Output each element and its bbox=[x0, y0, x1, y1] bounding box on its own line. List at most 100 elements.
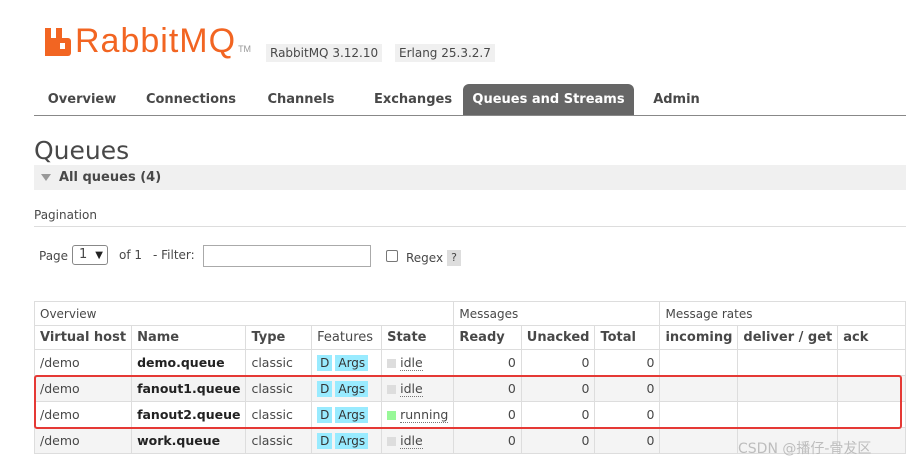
cell-ready: 0 bbox=[453, 375, 522, 402]
rabbitmq-logo[interactable]: RabbitMQ TM bbox=[45, 22, 252, 60]
cell-state: idle bbox=[381, 427, 455, 454]
group-header-messages: Messages bbox=[453, 301, 661, 326]
queue-name-link[interactable]: fanout1.queue bbox=[131, 375, 247, 402]
table-row: /demo fanout2.queue classic D Args runnin… bbox=[33, 401, 906, 428]
cell-ready: 0 bbox=[453, 349, 522, 376]
page-count: of 1 bbox=[119, 248, 143, 262]
logo-trademark: TM bbox=[238, 44, 252, 54]
cell-ack bbox=[837, 401, 906, 428]
feature-durable-badge: D bbox=[317, 380, 333, 397]
feature-args-badge: Args bbox=[335, 354, 369, 371]
collapse-triangle-icon bbox=[41, 174, 51, 181]
cell-incoming bbox=[659, 401, 739, 428]
cell-total: 0 bbox=[594, 427, 661, 454]
group-header-overview: Overview bbox=[33, 301, 455, 326]
col-ack[interactable]: ack bbox=[837, 325, 906, 350]
filter-label: - Filter: bbox=[153, 248, 195, 262]
feature-durable-badge: D bbox=[317, 406, 333, 423]
page-select-value: 1 bbox=[79, 247, 88, 262]
cell-incoming bbox=[659, 349, 739, 376]
col-virtual-host[interactable]: Virtual host bbox=[33, 325, 133, 350]
table-row: /demo demo.queue classic D Args idle 0 0 … bbox=[33, 349, 906, 376]
queue-name-link[interactable]: fanout2.queue bbox=[131, 401, 247, 428]
feature-durable-badge: D bbox=[317, 354, 333, 371]
page-title: Queues bbox=[34, 136, 130, 165]
cell-deliver-get bbox=[737, 401, 839, 428]
cell-ack bbox=[837, 375, 906, 402]
main-nav: Overview Connections Channels Exchanges … bbox=[34, 84, 906, 116]
queue-name-link[interactable]: demo.queue bbox=[131, 349, 247, 376]
cell-vhost: /demo bbox=[33, 349, 133, 376]
col-type[interactable]: Type bbox=[245, 325, 313, 350]
cell-type: classic bbox=[245, 427, 313, 454]
filter-input[interactable] bbox=[203, 245, 371, 267]
tab-overview[interactable]: Overview bbox=[34, 84, 130, 115]
rabbitmq-version: RabbitMQ 3.12.10 bbox=[266, 44, 383, 62]
tab-channels[interactable]: Channels bbox=[256, 84, 346, 115]
regex-help-button[interactable]: ? bbox=[447, 250, 461, 266]
state-label: idle bbox=[400, 433, 423, 449]
queues-table: Overview Messages Message rates Virtual … bbox=[33, 301, 906, 454]
cell-type: classic bbox=[245, 401, 313, 428]
state-idle-indicator bbox=[387, 385, 397, 394]
cell-features: D Args bbox=[311, 375, 383, 402]
page-label: Page bbox=[39, 249, 69, 263]
feature-durable-badge: D bbox=[317, 432, 333, 449]
state-label: idle bbox=[400, 355, 423, 371]
erlang-version: Erlang 25.3.2.7 bbox=[395, 44, 495, 62]
cell-vhost: /demo bbox=[33, 427, 133, 454]
queue-name-link[interactable]: work.queue bbox=[131, 427, 247, 454]
cell-ack bbox=[837, 349, 906, 376]
cell-unacked: 0 bbox=[520, 349, 596, 376]
cell-state: running bbox=[381, 401, 455, 428]
cell-type: classic bbox=[245, 349, 313, 376]
logo-text: RabbitMQ bbox=[75, 22, 237, 60]
cell-state: idle bbox=[381, 349, 455, 376]
cell-total: 0 bbox=[594, 401, 661, 428]
feature-args-badge: Args bbox=[335, 406, 369, 423]
cell-unacked: 0 bbox=[520, 375, 596, 402]
state-label: idle bbox=[400, 381, 423, 397]
regex-label: Regex bbox=[406, 251, 444, 265]
chevron-down-icon: ▼ bbox=[95, 250, 103, 261]
watermark: CSDN @播仔-骨犮区 bbox=[738, 441, 872, 457]
col-incoming[interactable]: incoming bbox=[659, 325, 739, 350]
page-select[interactable]: 1 ▼ bbox=[72, 245, 108, 265]
cell-state: idle bbox=[381, 375, 455, 402]
col-name[interactable]: Name bbox=[131, 325, 247, 350]
cell-vhost: /demo bbox=[33, 375, 133, 402]
tab-connections[interactable]: Connections bbox=[136, 84, 246, 115]
tab-queues-and-streams[interactable]: Queues and Streams bbox=[463, 84, 634, 115]
cell-unacked: 0 bbox=[520, 401, 596, 428]
feature-args-badge: Args bbox=[335, 380, 369, 397]
all-queues-heading: All queues (4) bbox=[59, 170, 162, 185]
rabbit-logo-icon bbox=[45, 28, 71, 56]
table-row: /demo fanout1.queue classic D Args idle 0… bbox=[33, 375, 906, 402]
state-label: running bbox=[400, 407, 449, 423]
cell-features: D Args bbox=[311, 349, 383, 376]
pagination-divider bbox=[34, 226, 906, 227]
col-ready[interactable]: Ready bbox=[453, 325, 522, 350]
col-deliver-get[interactable]: deliver / get bbox=[737, 325, 839, 350]
cell-incoming bbox=[659, 427, 739, 454]
cell-total: 0 bbox=[594, 375, 661, 402]
col-state[interactable]: State bbox=[381, 325, 455, 350]
all-queues-section-toggle[interactable]: All queues (4) bbox=[34, 165, 906, 190]
col-total[interactable]: Total bbox=[594, 325, 661, 350]
tab-exchanges[interactable]: Exchanges bbox=[358, 84, 468, 115]
cell-ready: 0 bbox=[453, 401, 522, 428]
group-header-message-rates: Message rates bbox=[659, 301, 906, 326]
pagination-label[interactable]: Pagination bbox=[34, 208, 97, 222]
regex-checkbox[interactable] bbox=[386, 250, 398, 262]
cell-type: classic bbox=[245, 375, 313, 402]
feature-args-badge: Args bbox=[335, 432, 369, 449]
cell-vhost: /demo bbox=[33, 401, 133, 428]
cell-deliver-get bbox=[737, 375, 839, 402]
tab-admin[interactable]: Admin bbox=[644, 84, 709, 115]
cell-incoming bbox=[659, 375, 739, 402]
cell-total: 0 bbox=[594, 349, 661, 376]
state-idle-indicator bbox=[387, 359, 397, 368]
col-unacked[interactable]: Unacked bbox=[520, 325, 596, 350]
cell-features: D Args bbox=[311, 401, 383, 428]
col-features: Features bbox=[311, 325, 383, 350]
